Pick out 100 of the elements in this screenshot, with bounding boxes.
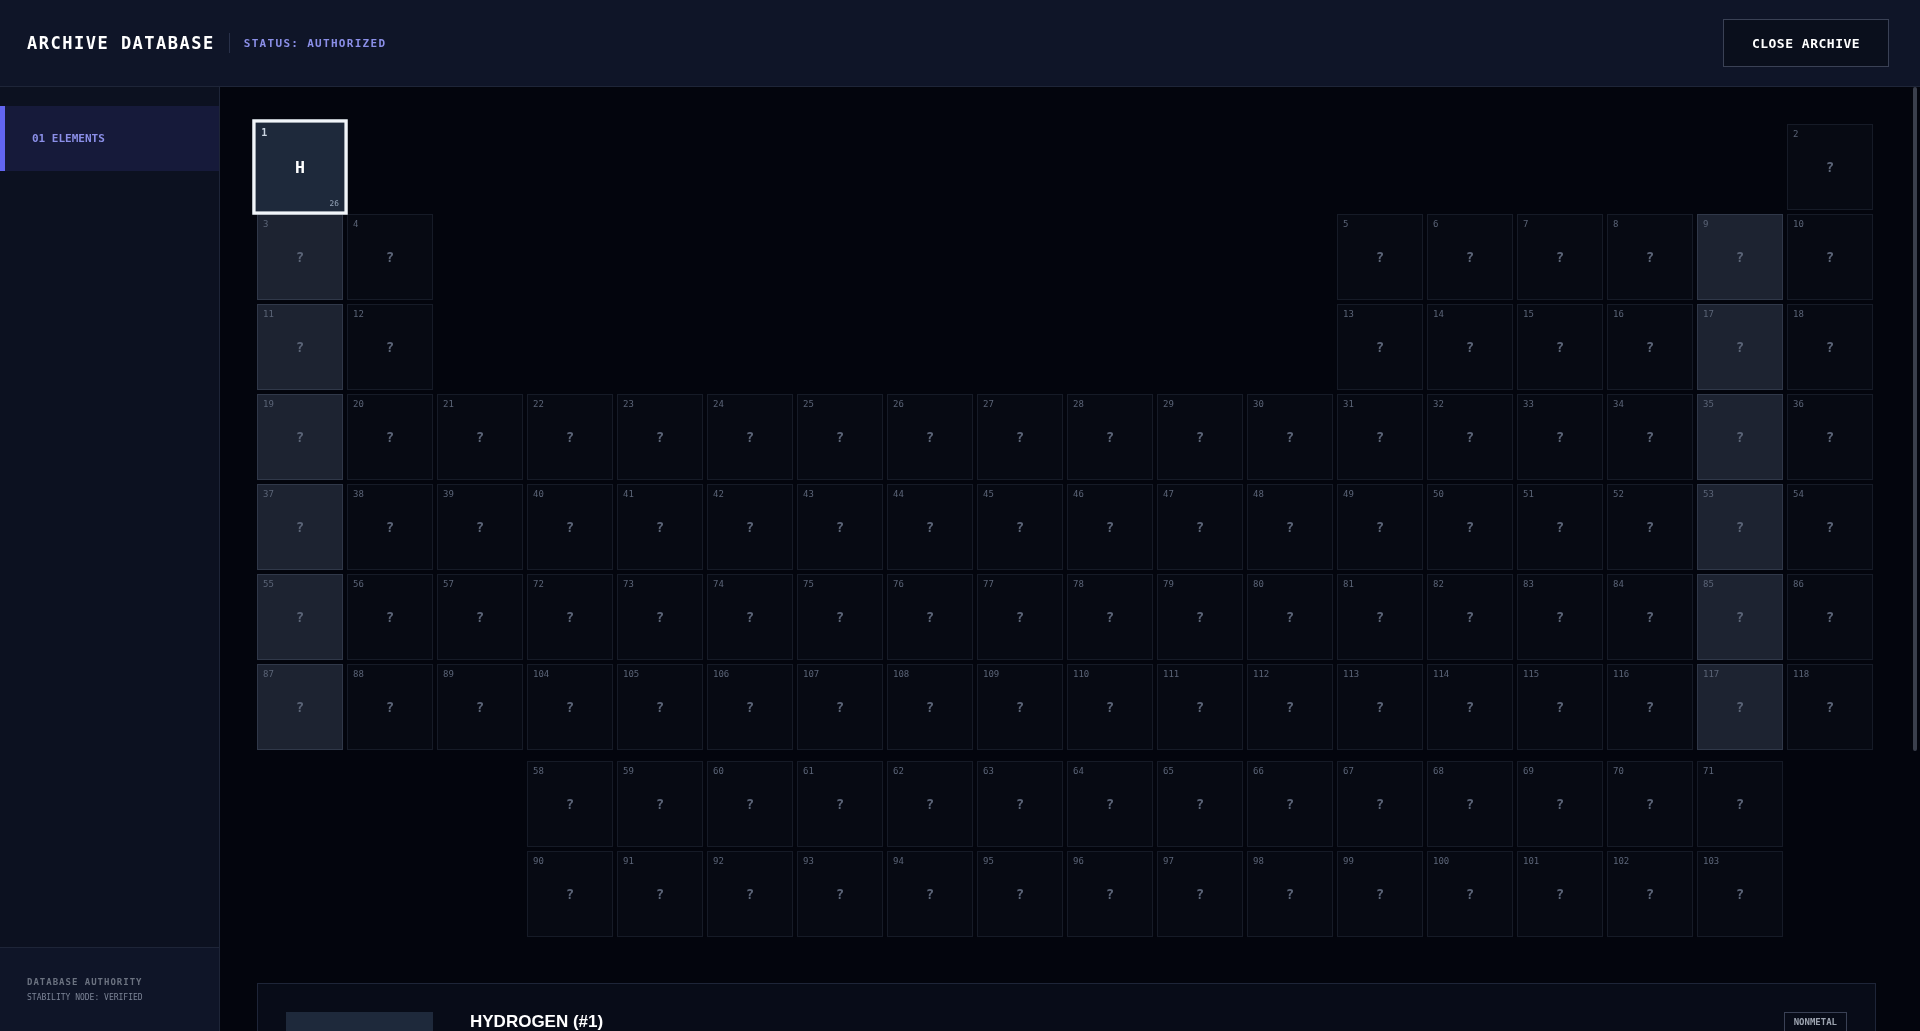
element-tile[interactable]: 78 ? <box>1067 574 1153 660</box>
element-tile[interactable]: 99 ? <box>1337 851 1423 937</box>
element-tile[interactable]: 91 ? <box>617 851 703 937</box>
element-tile[interactable]: 68 ? <box>1427 761 1513 847</box>
element-tile[interactable]: 28 ? <box>1067 394 1153 480</box>
element-tile[interactable]: 107 ? <box>797 664 883 750</box>
element-tile[interactable]: 82 ? <box>1427 574 1513 660</box>
element-tile[interactable]: 86 ? <box>1787 574 1873 660</box>
element-tile[interactable]: 18 ? <box>1787 304 1873 390</box>
element-tile[interactable]: 75 ? <box>797 574 883 660</box>
element-tile[interactable]: 69 ? <box>1517 761 1603 847</box>
element-tile[interactable]: 17 ? <box>1697 304 1783 390</box>
element-tile[interactable]: 109 ? <box>977 664 1063 750</box>
element-tile[interactable]: 112 ? <box>1247 664 1333 750</box>
element-tile[interactable]: 81 ? <box>1337 574 1423 660</box>
sidebar-item[interactable]: 01 ELEMENTS <box>0 106 219 171</box>
element-tile[interactable]: 49 ? <box>1337 484 1423 570</box>
element-tile[interactable]: 103 ? <box>1697 851 1783 937</box>
element-tile[interactable]: 79 ? <box>1157 574 1243 660</box>
element-tile[interactable]: 102 ? <box>1607 851 1693 937</box>
element-tile[interactable]: 72 ? <box>527 574 613 660</box>
element-tile[interactable]: 11 ? <box>257 304 343 390</box>
element-tile[interactable]: 29 ? <box>1157 394 1243 480</box>
element-tile[interactable]: 89 ? <box>437 664 523 750</box>
element-tile[interactable]: 22 ? <box>527 394 613 480</box>
element-tile[interactable]: 38 ? <box>347 484 433 570</box>
element-tile[interactable]: 3 ? <box>257 214 343 300</box>
element-tile[interactable]: 30 ? <box>1247 394 1333 480</box>
element-tile[interactable]: 52 ? <box>1607 484 1693 570</box>
element-tile[interactable]: 113 ? <box>1337 664 1423 750</box>
element-tile[interactable]: 43 ? <box>797 484 883 570</box>
element-tile[interactable]: 50 ? <box>1427 484 1513 570</box>
element-tile[interactable]: 84 ? <box>1607 574 1693 660</box>
element-tile[interactable]: 73 ? <box>617 574 703 660</box>
element-tile[interactable]: 105 ? <box>617 664 703 750</box>
element-tile[interactable]: 104 ? <box>527 664 613 750</box>
element-tile[interactable]: 26 ? <box>887 394 973 480</box>
scrollbar-thumb[interactable] <box>1913 87 1917 751</box>
element-tile[interactable]: 98 ? <box>1247 851 1333 937</box>
element-tile[interactable]: 66 ? <box>1247 761 1333 847</box>
element-tile[interactable]: 10 ? <box>1787 214 1873 300</box>
element-tile[interactable]: 36 ? <box>1787 394 1873 480</box>
element-tile[interactable]: 115 ? <box>1517 664 1603 750</box>
element-tile[interactable]: 77 ? <box>977 574 1063 660</box>
element-tile[interactable]: 114 ? <box>1427 664 1513 750</box>
element-tile[interactable]: 63 ? <box>977 761 1063 847</box>
element-tile[interactable]: 25 ? <box>797 394 883 480</box>
element-tile[interactable]: 92 ? <box>707 851 793 937</box>
element-tile[interactable]: 41 ? <box>617 484 703 570</box>
element-tile[interactable]: 62 ? <box>887 761 973 847</box>
element-tile[interactable]: 45 ? <box>977 484 1063 570</box>
element-tile[interactable]: 39 ? <box>437 484 523 570</box>
element-tile[interactable]: 60 ? <box>707 761 793 847</box>
element-tile[interactable]: 90 ? <box>527 851 613 937</box>
element-tile[interactable]: 7 ? <box>1517 214 1603 300</box>
element-tile[interactable]: 58 ? <box>527 761 613 847</box>
element-tile[interactable]: 54 ? <box>1787 484 1873 570</box>
element-tile[interactable]: 12 ? <box>347 304 433 390</box>
element-tile[interactable]: 61 ? <box>797 761 883 847</box>
element-tile[interactable]: 9 ? <box>1697 214 1783 300</box>
element-tile[interactable]: 118 ? <box>1787 664 1873 750</box>
element-tile[interactable]: 19 ? <box>257 394 343 480</box>
element-tile[interactable]: 80 ? <box>1247 574 1333 660</box>
element-tile[interactable]: 13 ? <box>1337 304 1423 390</box>
element-tile[interactable]: 47 ? <box>1157 484 1243 570</box>
element-tile[interactable]: 108 ? <box>887 664 973 750</box>
element-tile[interactable]: 15 ? <box>1517 304 1603 390</box>
element-tile[interactable]: 24 ? <box>707 394 793 480</box>
element-tile[interactable]: 110 ? <box>1067 664 1153 750</box>
element-tile[interactable]: 87 ? <box>257 664 343 750</box>
element-tile[interactable]: 88 ? <box>347 664 433 750</box>
element-tile[interactable]: 83 ? <box>1517 574 1603 660</box>
element-tile[interactable]: 85 ? <box>1697 574 1783 660</box>
element-tile[interactable]: 35 ? <box>1697 394 1783 480</box>
element-tile[interactable]: 4 ? <box>347 214 433 300</box>
element-tile[interactable]: 5 ? <box>1337 214 1423 300</box>
element-tile[interactable]: 33 ? <box>1517 394 1603 480</box>
element-tile[interactable]: 95 ? <box>977 851 1063 937</box>
element-tile[interactable]: 106 ? <box>707 664 793 750</box>
element-tile[interactable]: 56 ? <box>347 574 433 660</box>
element-tile[interactable]: 23 ? <box>617 394 703 480</box>
element-tile[interactable]: 100 ? <box>1427 851 1513 937</box>
element-tile[interactable]: 111 ? <box>1157 664 1243 750</box>
element-tile[interactable]: 20 ? <box>347 394 433 480</box>
element-tile[interactable]: 94 ? <box>887 851 973 937</box>
element-tile[interactable]: 32 ? <box>1427 394 1513 480</box>
element-tile[interactable]: 74 ? <box>707 574 793 660</box>
element-tile[interactable]: 27 ? <box>977 394 1063 480</box>
element-tile[interactable]: 14 ? <box>1427 304 1513 390</box>
close-button[interactable]: CLOSE ARCHIVE <box>1723 19 1889 67</box>
element-tile[interactable]: 76 ? <box>887 574 973 660</box>
element-tile[interactable]: 44 ? <box>887 484 973 570</box>
element-tile[interactable]: 59 ? <box>617 761 703 847</box>
element-tile[interactable]: 57 ? <box>437 574 523 660</box>
element-tile[interactable]: 6 ? <box>1427 214 1513 300</box>
element-tile[interactable]: 96 ? <box>1067 851 1153 937</box>
element-tile[interactable]: 70 ? <box>1607 761 1693 847</box>
element-tile[interactable]: 48 ? <box>1247 484 1333 570</box>
element-tile[interactable]: 55 ? <box>257 574 343 660</box>
element-tile[interactable]: 40 ? <box>527 484 613 570</box>
